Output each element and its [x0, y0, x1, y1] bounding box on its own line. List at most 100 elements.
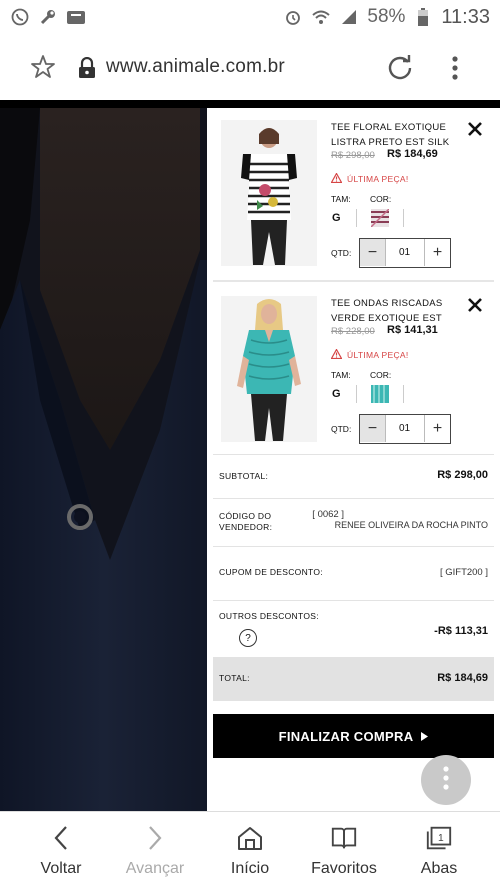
product-thumbnail[interactable] — [221, 120, 317, 266]
nav-forward-button[interactable]: Avançar — [105, 812, 205, 889]
checkout-button[interactable]: FINALIZAR COMPRA — [213, 714, 494, 758]
color-label: COR: — [370, 370, 392, 380]
product-name[interactable]: TEE FLORAL EXOTIQUE LISTRA PRETO EST SIL… — [331, 120, 461, 150]
color-label: COR: — [370, 194, 392, 204]
item-divider — [213, 280, 494, 282]
nav-home-label: Início — [230, 860, 270, 877]
increase-qty-button[interactable]: + — [424, 415, 450, 442]
nav-tabs-button[interactable]: 1 Abas — [389, 812, 489, 889]
divider — [356, 385, 357, 403]
seller-code: [ 0062 ] — [312, 509, 344, 520]
cart-item: TEE FLORAL EXOTIQUE LISTRA PRETO EST SIL… — [213, 112, 494, 278]
signal-icon — [339, 7, 359, 27]
old-price: R$ 228,00 — [331, 326, 375, 337]
subtotal-label: SUBTOTAL: — [219, 471, 269, 481]
coupon-value[interactable]: [ GIFT200 ] — [440, 567, 488, 578]
remove-item-icon[interactable] — [468, 298, 482, 312]
product-thumbnail[interactable] — [221, 296, 317, 442]
divider — [356, 209, 357, 227]
more-vert-icon — [442, 765, 450, 796]
floating-more-button[interactable] — [421, 755, 471, 805]
total-row: TOTAL: R$ 184,69 — [213, 657, 494, 701]
battery-percent: 58% — [367, 6, 406, 27]
more-vert-icon[interactable] — [446, 54, 464, 82]
remove-item-icon[interactable] — [468, 122, 482, 136]
nav-favorites-button[interactable]: Favoritos — [294, 812, 394, 889]
seller-code-label: CÓDIGO DO VENDEDOR: — [219, 511, 273, 532]
subtotal-row: SUBTOTAL: R$ 298,00 — [213, 454, 494, 498]
wifi-icon — [311, 7, 331, 27]
chevron-left-icon — [47, 824, 75, 852]
other-discounts-label: OUTROS DESCONTOS: — [219, 611, 319, 621]
warning-icon — [330, 346, 343, 364]
warning-text: ÚLTIMA PEÇA! — [347, 174, 409, 184]
quantity-label: QTD: — [331, 424, 352, 434]
url-text[interactable]: www.animale.com.br — [106, 56, 285, 78]
size-value: G — [332, 212, 341, 224]
divider — [403, 385, 404, 403]
whatsapp-icon — [10, 7, 30, 27]
other-discounts-row: OUTROS DESCONTOS: ? -R$ 113,31 — [213, 600, 494, 657]
current-price: R$ 141,31 — [387, 324, 438, 336]
warning-text: ÚLTIMA PEÇA! — [347, 350, 409, 360]
seller-name: RENEE OLIVEIRA DA ROCHA PINTO — [334, 520, 488, 530]
nav-back-label: Voltar — [40, 860, 82, 877]
quantity-value[interactable]: 01 — [386, 415, 423, 442]
decrease-qty-button[interactable]: − — [360, 415, 386, 442]
book-icon — [330, 824, 358, 852]
status-bar: 58% 11:33 — [0, 0, 500, 34]
seller-code-row: CÓDIGO DO VENDEDOR: [ 0062 ] RENEE OLIVE… — [213, 498, 494, 546]
status-bar-right: 58% 11:33 — [283, 6, 490, 29]
color-swatch — [370, 208, 390, 228]
product-name[interactable]: TEE ONDAS RISCADAS VERDE EXOTIQUE EST — [331, 296, 461, 326]
quantity-value[interactable]: 01 — [386, 239, 423, 266]
reload-icon[interactable] — [386, 54, 414, 82]
coupon-row[interactable]: CUPOM DE DESCONTO: [ GIFT200 ] — [213, 546, 494, 600]
lock-icon — [78, 56, 96, 79]
old-price: R$ 298,00 — [331, 150, 375, 161]
home-icon — [236, 824, 264, 852]
overlay-top-band — [0, 100, 500, 108]
cart-drawer: TEE FLORAL EXOTIQUE LISTRA PRETO EST SIL… — [207, 108, 500, 811]
size-label: TAM: — [331, 370, 351, 380]
other-discounts-value: -R$ 113,31 — [434, 625, 488, 637]
subtotal-value: R$ 298,00 — [437, 469, 488, 481]
nav-home-button[interactable]: Início — [200, 812, 300, 889]
wrench-icon — [38, 7, 58, 27]
browser-screen: 58% 11:33 www.animale.com.br TEE FLORAL … — [0, 0, 500, 889]
sd-card-icon — [66, 7, 86, 27]
current-price: R$ 184,69 — [387, 148, 438, 160]
nav-favorites-label: Favoritos — [311, 860, 377, 877]
total-value: R$ 184,69 — [437, 672, 488, 684]
last-piece-warning: ÚLTIMA PEÇA! — [330, 346, 409, 364]
divider — [403, 209, 404, 227]
total-label: TOTAL: — [219, 673, 250, 683]
last-piece-warning: ÚLTIMA PEÇA! — [330, 170, 409, 188]
increase-qty-button[interactable]: + — [424, 239, 450, 266]
quantity-label: QTD: — [331, 248, 352, 258]
nav-back-button[interactable]: Voltar — [11, 812, 111, 889]
color-swatch — [371, 385, 389, 403]
status-time: 11:33 — [441, 5, 490, 28]
play-arrow-icon — [421, 729, 429, 744]
size-value: G — [332, 388, 341, 400]
decrease-qty-button[interactable]: − — [360, 239, 386, 266]
chevron-right-icon — [141, 824, 169, 852]
help-icon[interactable]: ? — [239, 629, 257, 647]
alarm-icon — [283, 7, 303, 27]
coupon-label: CUPOM DE DESCONTO: — [219, 567, 323, 577]
checkout-label: FINALIZAR COMPRA — [278, 728, 414, 744]
quantity-stepper: − 01 + — [359, 238, 451, 268]
cart-item: TEE ONDAS RISCADAS VERDE EXOTIQUE EST R$… — [213, 288, 494, 454]
nav-forward-label: Avançar — [125, 860, 185, 877]
battery-icon — [413, 7, 433, 27]
star-icon[interactable] — [30, 54, 56, 80]
tabs-count: 1 — [438, 833, 444, 844]
address-bar: www.animale.com.br — [0, 34, 500, 100]
bottom-navigation: Voltar Avançar Início Favoritos 1 Abas — [0, 811, 500, 889]
size-label: TAM: — [331, 194, 351, 204]
tabs-icon: 1 — [425, 824, 453, 852]
status-bar-left — [10, 7, 86, 27]
nav-tabs-label: Abas — [420, 860, 458, 877]
quantity-stepper: − 01 + — [359, 414, 451, 444]
